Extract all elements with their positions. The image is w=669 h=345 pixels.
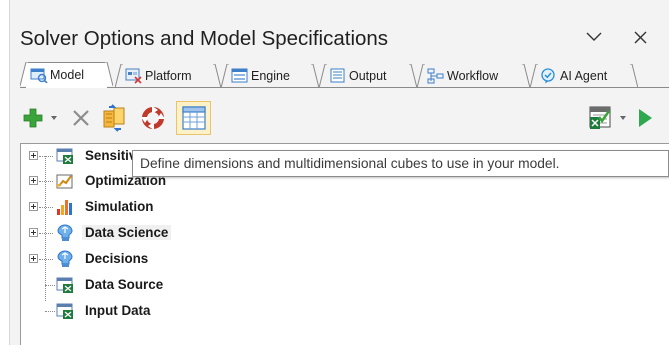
tree-connector (39, 207, 53, 208)
dropdown-arrow-icon (620, 116, 626, 120)
add-button[interactable] (20, 101, 46, 135)
tree-connector (45, 156, 46, 301)
expand-icon[interactable] (29, 202, 38, 211)
refresh-model-button[interactable] (100, 101, 130, 135)
output-icon (329, 68, 347, 84)
platform-icon (125, 68, 143, 84)
model-icon (30, 67, 48, 84)
tree-connector (45, 285, 55, 286)
close-icon[interactable] (627, 24, 653, 50)
ai-agent-icon (540, 68, 558, 84)
excel-check-button[interactable] (586, 101, 614, 135)
tree-connector (39, 156, 53, 157)
tree-connector (45, 311, 55, 312)
expand-icon[interactable] (29, 228, 38, 237)
tree-connector (39, 181, 53, 182)
cycle-button[interactable] (138, 101, 168, 135)
tree-item-label: Data Source (85, 277, 164, 292)
dimensions-icon (181, 106, 206, 130)
simulation-icon (55, 198, 75, 216)
workflow-icon (427, 68, 445, 84)
tab-platform[interactable]: Platform (115, 64, 221, 88)
delete-icon (73, 110, 89, 126)
tab-bar: Model Platform Engine Output Workflow AI… (20, 62, 669, 88)
chevron-down-icon[interactable] (581, 24, 607, 50)
decisions-icon (55, 250, 75, 268)
tab-ai-agent[interactable]: AI Agent (530, 64, 638, 88)
tab-label: Workflow (447, 69, 499, 83)
tab-label: Model (50, 68, 85, 82)
tree-item-label: Input Data (85, 303, 151, 318)
refresh-model-icon (103, 104, 125, 132)
tab-model[interactable]: Model (20, 62, 113, 88)
toolbar (20, 98, 669, 138)
expand-icon[interactable] (29, 176, 38, 185)
dimensions-button[interactable] (176, 101, 211, 135)
sensitivity-icon (55, 147, 75, 165)
add-dropdown-button[interactable] (47, 101, 61, 135)
tree-item-label: Simulation (85, 199, 154, 214)
expand-icon[interactable] (29, 254, 38, 263)
tree-item-label: Data Science (82, 225, 172, 240)
dimensions-tooltip: Define dimensions and multidimensional c… (132, 150, 669, 177)
tab-label: Platform (145, 69, 192, 83)
tab-label: Engine (251, 69, 290, 83)
dropdown-arrow-icon (51, 116, 57, 120)
excel-check-icon (589, 106, 611, 129)
tab-workflow[interactable]: Workflow (417, 64, 530, 88)
engine-icon (231, 68, 249, 84)
run-icon (639, 109, 652, 127)
delete-button[interactable] (68, 101, 94, 135)
tree-connector (39, 259, 53, 260)
tab-label: Output (349, 69, 387, 83)
expand-icon[interactable] (29, 151, 38, 160)
add-icon (23, 108, 43, 128)
input-data-icon (55, 302, 75, 320)
data-source-icon (55, 276, 75, 294)
cycle-icon (141, 106, 165, 130)
tab-engine[interactable]: Engine (221, 64, 319, 88)
run-button[interactable] (634, 101, 656, 135)
tab-output[interactable]: Output (319, 64, 417, 88)
optimization-icon (55, 172, 75, 190)
tree-connector (39, 233, 53, 234)
panel-title: Solver Options and Model Specifications (20, 27, 389, 50)
tree-item-label: Decisions (85, 251, 149, 266)
excel-check-dropdown-button[interactable] (616, 101, 630, 135)
data-science-icon (55, 224, 75, 242)
tab-label: AI Agent (560, 69, 608, 83)
